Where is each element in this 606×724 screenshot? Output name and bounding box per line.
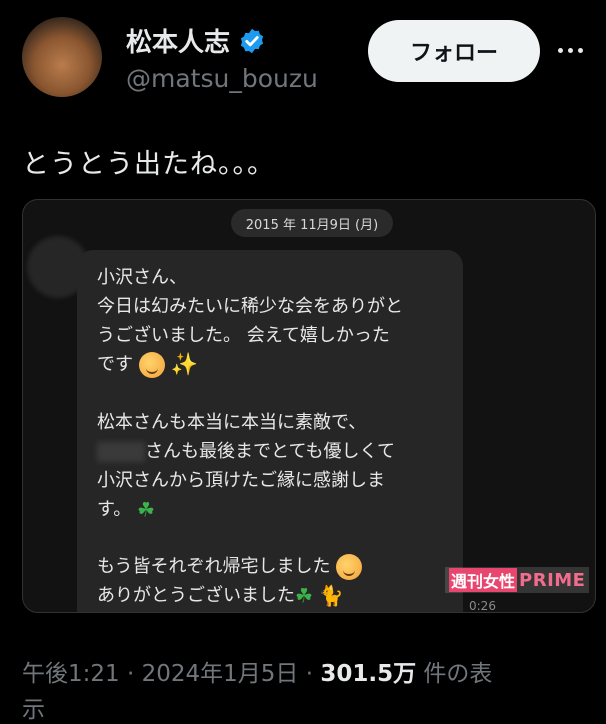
chat-date-label: 2015 年 11月9日 (月): [231, 209, 393, 237]
message-line: 小沢さんから頂けたご縁に感謝しま: [97, 469, 385, 491]
watermark-logo: 週刊女性 PRIME: [445, 567, 590, 593]
views-count[interactable]: 301.5万: [320, 661, 416, 687]
watermark-jp: 週刊女性: [449, 568, 518, 592]
verified-badge-icon: [240, 28, 264, 53]
smiling-face-icon: [138, 352, 165, 378]
sparkles-icon: ✨: [170, 352, 198, 378]
watermark-en: PRIME: [519, 569, 586, 591]
message-line: うございました。 会えて嬉しかった: [97, 325, 390, 346]
follow-button[interactable]: フォロー: [368, 20, 540, 82]
display-name[interactable]: 松本人志: [126, 22, 266, 59]
redacted-name: [97, 441, 145, 462]
profile-avatar[interactable]: [22, 17, 102, 97]
message-line: 松本さんも本当に本当に素敵で、: [97, 411, 367, 433]
message-text: 小沢さん、 今日は幻みたいに稀少な会をありがと うございました。 会えて嬉しかっ…: [97, 263, 457, 611]
clover-icon: ☘: [295, 583, 313, 608]
smiling-face-icon: [336, 554, 363, 580]
tweet-media-image[interactable]: 2015 年 11月9日 (月) 小沢さん、 今日は幻みたいに稀少な会をありがと…: [22, 199, 596, 613]
tweet-text: とうとう出たね。。。: [22, 149, 275, 180]
views-label: 件の表: [423, 661, 493, 687]
cat-icon: 🐈: [318, 583, 344, 608]
message-line: さんも最後までとても優しくて: [145, 440, 396, 462]
message-line: す。: [97, 498, 132, 520]
clover-icon: ☘: [136, 497, 155, 521]
tweet-date[interactable]: 2024年1月5日: [142, 661, 299, 687]
user-handle[interactable]: @matsu_bouzu: [126, 64, 318, 93]
message-line: 今日は幻みたいに稀少な会をありがと: [97, 296, 403, 317]
tweet-metadata: 午後1:21 · 2024年1月5日 · 301.5万 件の表: [22, 661, 493, 687]
message-line: 小沢さん、: [97, 267, 187, 288]
display-name-text: 松本人志: [126, 28, 231, 58]
message-line: もう皆それぞれ帰宅しました: [97, 556, 331, 577]
more-options-icon[interactable]: [558, 48, 583, 53]
message-timestamp: 0:26: [469, 599, 496, 613]
views-label-continued: 示: [22, 697, 45, 723]
tweet-time[interactable]: 午後1:21: [22, 661, 120, 687]
message-line: です: [97, 354, 133, 375]
message-line: ありがとうございました: [97, 585, 295, 606]
